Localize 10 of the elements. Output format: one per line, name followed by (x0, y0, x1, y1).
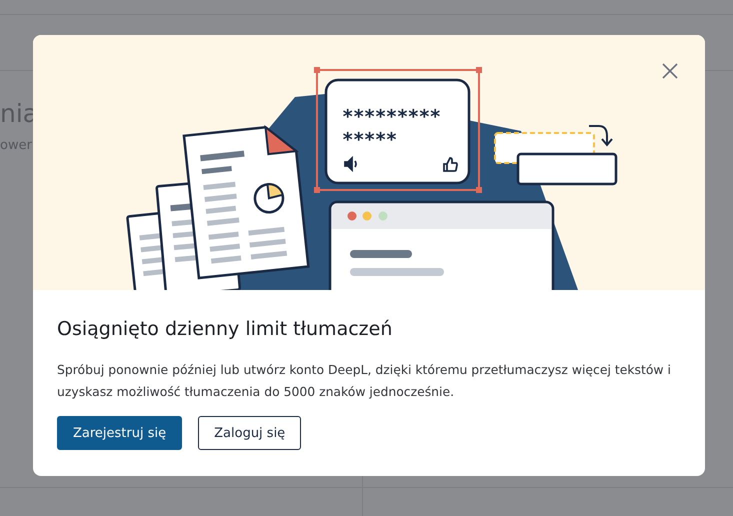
masked-text: ***** (342, 129, 397, 151)
thumbs-up-icon (443, 157, 458, 172)
curved-arrow-icon (589, 125, 613, 147)
close-icon[interactable] (662, 63, 678, 79)
dialog-message: Spróbuj ponownie później lub utwórz konto DeepL, dzięki któremu przetłumaczysz więcej tekstów i uzyskasz możliwość tłumaczenia do 5000 znaków jednocześnie. (57, 361, 672, 401)
masked-text: ********* (342, 106, 440, 128)
log-in-button[interactable]: Zaloguj się (198, 416, 302, 450)
speaker-icon (344, 156, 357, 172)
dialog-title: Osiągnięto dzienny limit tłumaczeń (57, 317, 394, 342)
sign-up-button[interactable]: Zarejestruj się (57, 416, 182, 450)
